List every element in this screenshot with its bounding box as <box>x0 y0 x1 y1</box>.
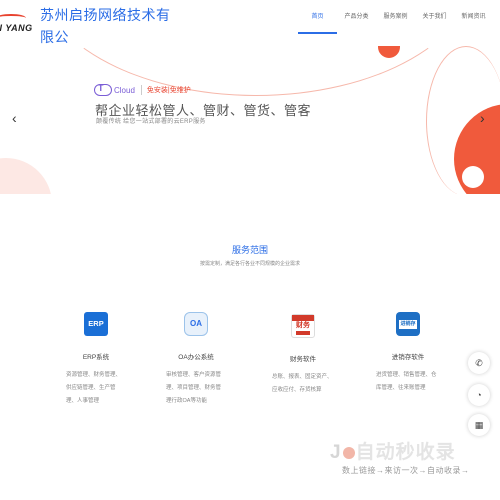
nav-products[interactable]: 产品分类 <box>337 12 376 32</box>
phone-icon[interactable]: ✆ <box>468 352 490 374</box>
service-name: ERP系统 <box>82 354 110 361</box>
service-desc: 总账、报表、固定资产、 应收应付、存货核算 <box>272 371 334 397</box>
service-finance[interactable]: 财务 财务软件 总账、报表、固定资产、 应收应付、存货核算 <box>272 314 334 397</box>
nav-news[interactable]: 新闻资讯 <box>454 12 493 32</box>
section-title: 服务范围 <box>231 245 268 255</box>
finance-icon: 财务 <box>291 314 315 338</box>
logo-swoosh-icon <box>0 14 26 22</box>
inventory-icon-text: 进销存 <box>399 320 417 329</box>
cloud-logo: Cloud 免安装|免维护 <box>94 83 191 96</box>
service-desc: 进货管理、销售管理、仓 库管理、往来账管理 <box>376 369 440 395</box>
company-name-line1: 苏州启扬网络技术有限公 <box>40 7 171 45</box>
nav-home[interactable]: 首页 <box>298 12 337 34</box>
desc-line: 总账、报表、固定资产、 <box>272 374 333 380</box>
logo-text: QI YANG <box>0 23 33 33</box>
desc-line: 供应链管理、生产管 <box>66 385 116 391</box>
main-nav: 首页 产品分类 服务案例 关于我们 新闻资讯 <box>298 12 493 34</box>
nav-cases[interactable]: 服务案例 <box>376 12 415 32</box>
service-name: 进销存软件 <box>391 354 425 361</box>
service-oa[interactable]: OA OA办公系统 审核管理、客户资源管 理、项目管理、财务管 理行政OA等功能 <box>166 312 226 408</box>
qq-icon[interactable]: ◔ <box>468 384 490 406</box>
desc-line: 应收应付、存货核算 <box>272 387 322 393</box>
erp-icon: ERP <box>84 312 108 336</box>
hero-banner: Cloud 免安装|免维护 帮企业轻松管人、管财、管货、管客 颠覆传统 给您一站… <box>0 46 500 194</box>
decor-circle-left <box>0 158 52 194</box>
watermark-j-icon: J <box>330 442 342 463</box>
service-erp[interactable]: ERP ERP系统 资源管理、财务管理、 供应链管理、生产管 理、人事管理 <box>66 312 126 408</box>
desc-line: 进货管理、销售管理、仓 <box>376 372 437 378</box>
inventory-icon: 进销存 <box>396 312 420 336</box>
decor-circle-white <box>462 166 484 188</box>
banner-sub-slogan: 颠覆传统 给您一站式部署的云ERP服务 <box>96 119 206 125</box>
watermark-main: J 自动秒收录 <box>330 437 470 464</box>
logo[interactable]: QI YANG <box>0 10 40 36</box>
watermark-text: 自动秒收录 <box>355 442 456 463</box>
service-desc: 资源管理、财务管理、 供应链管理、生产管 理、人事管理 <box>66 369 126 408</box>
prev-arrow-icon[interactable]: ‹ <box>12 110 17 126</box>
watermark-dot-icon <box>342 447 355 459</box>
desc-line: 理、项目管理、财务管 <box>166 385 222 391</box>
service-name: OA办公系统 <box>178 354 214 361</box>
nav-about[interactable]: 关于我们 <box>415 12 454 32</box>
service-inventory[interactable]: 进销存 进销存软件 进货管理、销售管理、仓 库管理、往来账管理 <box>376 312 440 395</box>
service-desc: 审核管理、客户资源管 理、项目管理、财务管 理行政OA等功能 <box>166 369 226 408</box>
t-cloud-icon <box>94 83 112 96</box>
watermark-sub: 数上链接→来访一次→自动收录→ <box>342 466 470 475</box>
desc-line: 审核管理、客户资源管 <box>166 372 222 378</box>
oa-icon: OA <box>184 312 208 336</box>
free-tag: 免安装|免维护 <box>140 85 191 95</box>
finance-icon-bar <box>296 331 310 335</box>
qrcode-icon[interactable]: ▦ <box>468 414 490 436</box>
service-name: 财务软件 <box>290 356 316 363</box>
desc-line: 库管理、往来账管理 <box>376 385 426 391</box>
section-subtitle: 按需定制，满足各行各业不同规模的企业需求 <box>199 261 300 267</box>
cloud-brand: Cloud <box>114 85 135 95</box>
next-arrow-icon[interactable]: › <box>480 110 485 126</box>
desc-line: 资源管理、财务管理、 <box>66 372 122 378</box>
desc-line: 理行政OA等功能 <box>166 398 207 404</box>
finance-icon-text: 财务 <box>296 322 310 329</box>
watermark: J 自动秒收录 数上链接→来访一次→自动收录→ <box>330 437 470 476</box>
desc-line: 理、人事管理 <box>66 398 100 404</box>
site-header: QI YANG 苏州启扬网络技术有限公 司 首页 产品分类 服务案例 关于我们 … <box>0 0 500 67</box>
